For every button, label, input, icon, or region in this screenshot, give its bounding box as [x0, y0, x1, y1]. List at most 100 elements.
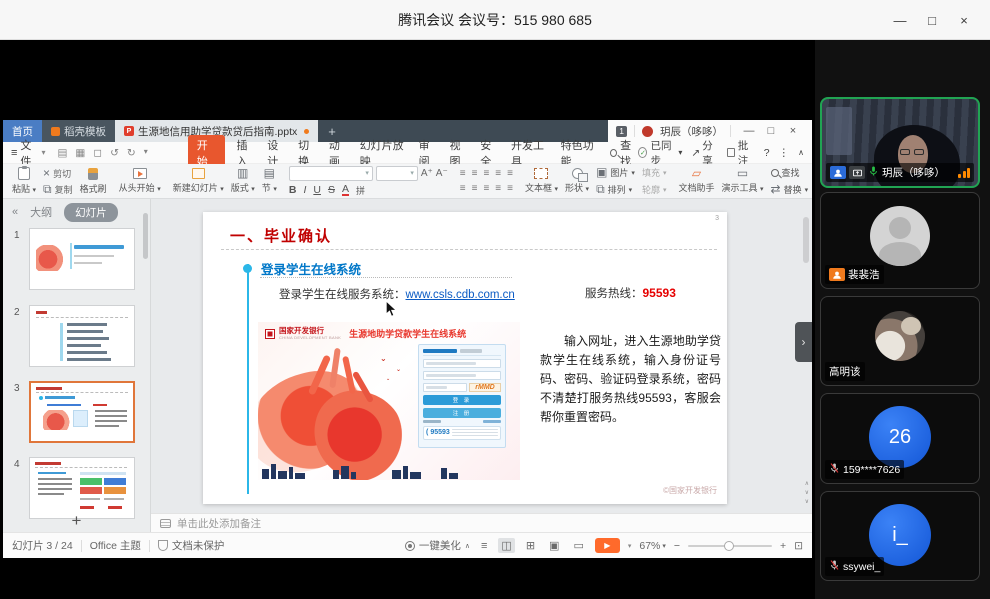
underline-button[interactable]: U	[313, 184, 321, 196]
fit-slide-button[interactable]: ⊡	[794, 540, 803, 552]
align-center-icon[interactable]: ≡	[472, 183, 478, 194]
bullet-list-icon[interactable]: ≡	[460, 168, 466, 179]
account-avatar[interactable]	[642, 126, 653, 137]
decrease-font-icon[interactable]: A⁻	[436, 168, 448, 179]
indent-increase-icon[interactable]: ≡	[495, 168, 501, 179]
font-size-select[interactable]: ▾	[376, 166, 418, 181]
new-slide-icon	[192, 168, 205, 179]
slide-thumbnail-1[interactable]	[29, 228, 135, 290]
cut-button[interactable]: ×剪切	[43, 167, 73, 180]
zoom-in-button[interactable]: +	[780, 540, 786, 552]
zoom-slider[interactable]	[688, 545, 772, 547]
canvas-scrollbar[interactable]	[803, 217, 809, 263]
play-options-icon[interactable]: ▾	[628, 542, 632, 550]
picture-button[interactable]: ▣图片 ▾	[596, 166, 635, 179]
beautify-button[interactable]: 一键美化 ∧	[405, 538, 470, 553]
wps-restore-button[interactable]: □	[760, 125, 782, 137]
expand-panel-flap[interactable]: ›	[795, 322, 812, 362]
distribute-icon[interactable]: ≡	[507, 183, 513, 194]
sidebar-scrollbar[interactable]	[143, 213, 148, 259]
font-family-select[interactable]: ▾	[289, 166, 373, 181]
zoom-level[interactable]: 67% ▾	[639, 540, 666, 552]
bold-button[interactable]: B	[289, 184, 297, 196]
section-button[interactable]: ▤ 节 ▾	[262, 168, 277, 194]
present-tools-button[interactable]: ▭ 演示工具 ▾	[721, 168, 763, 194]
slide-3[interactable]: 3 一、毕业确认 登录学生在线系统 登录学生在线服务系统：www.csls.cd…	[203, 212, 727, 504]
arrange-button[interactable]: ⧉排列 ▾	[596, 183, 635, 196]
minimize-button[interactable]: —	[884, 13, 916, 28]
align-left-icon[interactable]: ≡	[460, 183, 466, 194]
host-badge-icon	[830, 166, 846, 179]
shapes-button[interactable]: 形状 ▾	[565, 168, 589, 194]
maximize-button[interactable]: □	[916, 13, 948, 28]
preview-icon[interactable]: ◻	[93, 147, 102, 159]
layout-button[interactable]: ▥ 版式 ▾	[231, 168, 255, 194]
paste-button[interactable]: 粘贴 ▾	[12, 167, 36, 195]
wps-close-button[interactable]: ×	[782, 125, 804, 137]
share-button[interactable]: ↗ 分享	[691, 138, 718, 168]
theme-label[interactable]: Office 主题	[90, 538, 141, 553]
fill-button[interactable]: 填充 ▾	[642, 166, 667, 179]
notes-bar[interactable]: 单击此处添加备注	[151, 513, 812, 532]
undo-icon[interactable]: ↺	[110, 147, 119, 159]
italic-button[interactable]: I	[303, 184, 306, 196]
tab-slides[interactable]: 幻灯片	[64, 203, 118, 222]
normal-view-icon[interactable]: ◫	[498, 538, 514, 553]
zoom-out-button[interactable]: −	[674, 540, 680, 552]
slide-sorter-icon[interactable]: ⊞	[523, 538, 538, 553]
add-slide-button[interactable]: +	[3, 512, 150, 530]
tab-outline[interactable]: 大纲	[30, 204, 52, 220]
sync-status[interactable]: ✓ 已同步 ▾	[638, 138, 682, 168]
account-name[interactable]: 玥辰（哆哆）	[660, 124, 723, 139]
participant-tile[interactable]: 高明该	[820, 296, 980, 386]
system-link[interactable]: www.csls.cdb.com.cn	[406, 289, 515, 301]
comment-button[interactable]: 批注	[727, 138, 755, 168]
tab-docker-templates[interactable]: 稻壳模板	[42, 120, 115, 142]
notes-toggle-icon[interactable]: ≡	[478, 539, 490, 553]
find-button[interactable]: 查找	[771, 166, 809, 179]
play-slideshow-button[interactable]: ▶	[595, 538, 620, 553]
participant-tile[interactable]: 裴裴浩	[820, 192, 980, 289]
outline-button[interactable]: 轮廓 ▾	[642, 183, 667, 196]
pinyin-button[interactable]: 拼	[356, 184, 365, 197]
retrieve-link	[483, 420, 501, 423]
slide-nav-arrows[interactable]: ∧ ∨ ∨	[805, 480, 809, 505]
save-icon[interactable]: ▤	[58, 147, 68, 159]
new-slide-button[interactable]: 新建幻灯片 ▾	[173, 168, 224, 194]
zoom-slider-knob[interactable]	[724, 541, 734, 551]
line-spacing-icon[interactable]: ≡	[507, 168, 513, 179]
wps-minimize-button[interactable]: —	[738, 125, 760, 137]
slide-thumbnail-2[interactable]	[29, 305, 135, 367]
font-color-button[interactable]: A	[342, 184, 349, 196]
format-painter-button[interactable]: 格式刷	[80, 168, 107, 195]
strikethrough-button[interactable]: S	[328, 184, 335, 196]
redo-icon[interactable]: ↻	[127, 147, 136, 159]
justify-icon[interactable]: ≡	[495, 183, 501, 194]
city-silhouette	[262, 459, 516, 479]
collapse-sidebar-button[interactable]: «	[12, 206, 18, 218]
slide-thumbnail-4[interactable]	[29, 457, 135, 519]
play-from-start-button[interactable]: 从头开始 ▾	[119, 168, 161, 194]
more-button[interactable]: ⋮	[779, 147, 790, 159]
help-button[interactable]: ?	[764, 147, 770, 159]
collapse-ribbon-button[interactable]: ∧	[798, 148, 804, 157]
increase-font-icon[interactable]: A⁺	[421, 168, 433, 179]
doc-assistant-button[interactable]: ▱ 文档助手	[678, 168, 714, 194]
print-icon[interactable]: ▦	[75, 147, 85, 159]
align-right-icon[interactable]: ≡	[483, 183, 489, 194]
close-button[interactable]: ×	[948, 13, 980, 28]
participant-tile[interactable]: 26 159****7626	[820, 393, 980, 484]
customize-toolbar-icon[interactable]: ▾	[144, 147, 148, 159]
number-list-icon[interactable]: ≡	[472, 168, 478, 179]
replace-button[interactable]: ⇄替换 ▾	[771, 183, 809, 196]
protection-status[interactable]: 文档未保护	[158, 538, 225, 553]
slideshow-pen-icon[interactable]: ▭	[570, 538, 586, 553]
text-box-button[interactable]: 文本框 ▾	[525, 168, 558, 194]
slide-thumbnail-3-selected[interactable]	[29, 381, 135, 443]
indent-decrease-icon[interactable]: ≡	[483, 168, 489, 179]
arrange-icon: ⧉	[596, 184, 605, 195]
reading-view-icon[interactable]: ▣	[546, 538, 562, 553]
participant-tile-speaker[interactable]: 玥辰（哆哆）	[820, 97, 980, 188]
copy-button[interactable]: ⧉复制	[43, 183, 73, 196]
participant-tile[interactable]: i_ ssywei_	[820, 491, 980, 581]
